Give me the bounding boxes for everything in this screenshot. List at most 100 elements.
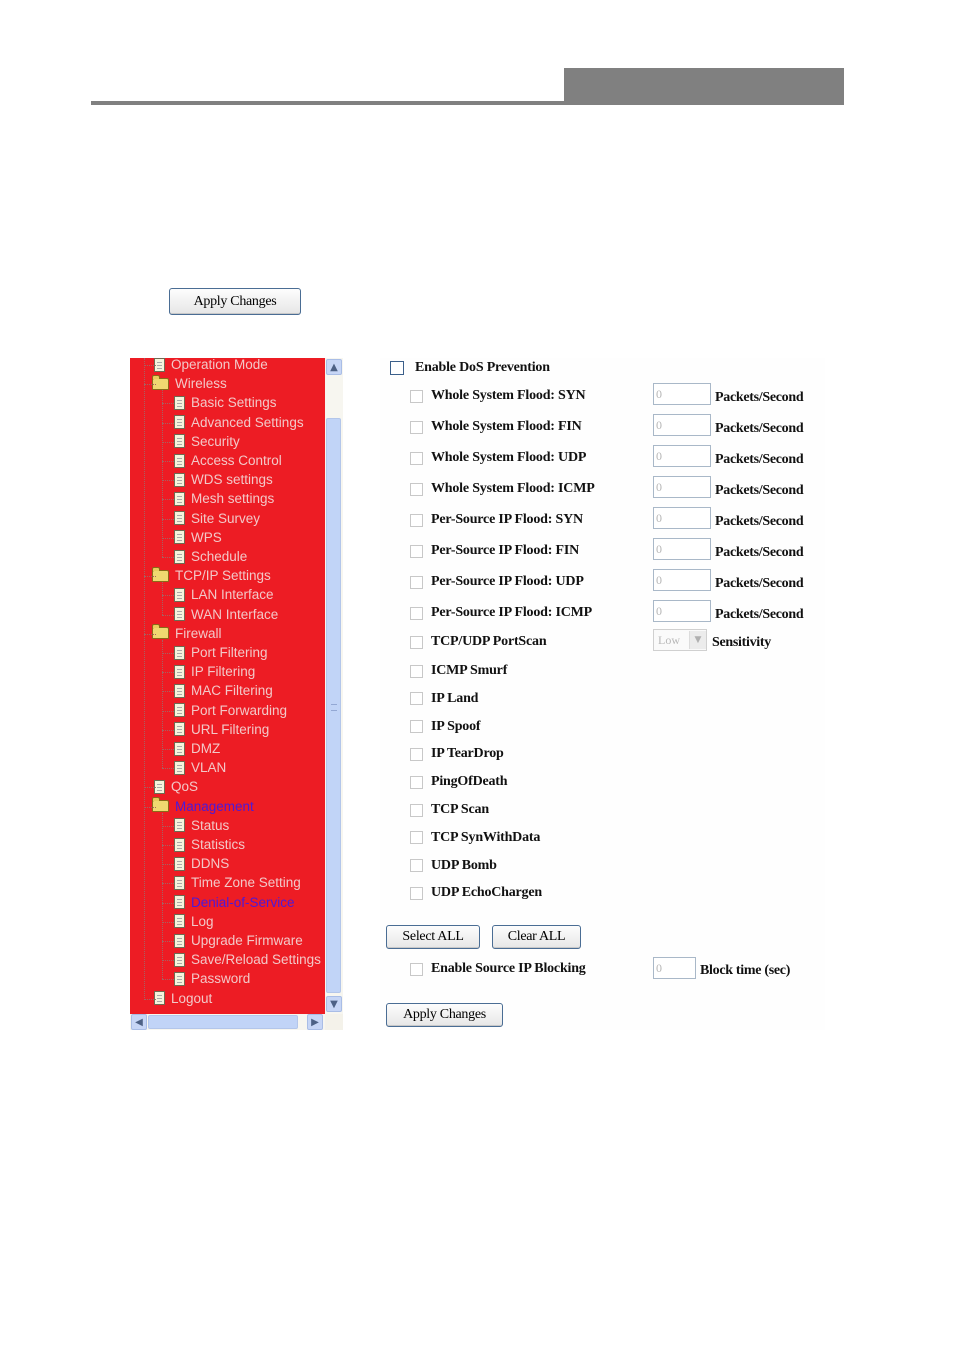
vertical-scroll-thumb[interactable] bbox=[326, 418, 341, 993]
horizontal-scrollbar[interactable]: ◀ ▶ bbox=[130, 1014, 325, 1030]
sidebar-item-save-reload-settings[interactable]: Save/Reload Settings bbox=[174, 950, 321, 969]
sidebar-item-vlan[interactable]: VLAN bbox=[174, 758, 226, 777]
flood-row: Per-Source IP Flood: FIN bbox=[410, 543, 579, 559]
sidebar-item-wps[interactable]: WPS bbox=[174, 528, 222, 547]
sidebar-item-dmz[interactable]: DMZ bbox=[174, 739, 220, 758]
sidebar-item-label: URL Filtering bbox=[191, 721, 270, 737]
tree-connector bbox=[162, 749, 174, 750]
sidebar-item-logout[interactable]: Logout bbox=[154, 989, 212, 1008]
scroll-down-button[interactable]: ▼ bbox=[326, 996, 342, 1012]
tree-connector bbox=[162, 639, 163, 769]
attack-checkbox[interactable] bbox=[410, 664, 423, 678]
horizontal-scroll-thumb[interactable] bbox=[148, 1015, 298, 1029]
packets-per-second-input[interactable] bbox=[653, 476, 711, 498]
tree-connector bbox=[162, 979, 174, 981]
portscan-checkbox[interactable] bbox=[410, 635, 423, 649]
attack-label: TCP Scan bbox=[431, 802, 489, 817]
sidebar-item-label: Time Zone Setting bbox=[191, 875, 301, 891]
sidebar-item-label: WAN Interface bbox=[191, 606, 279, 622]
flood-checkbox[interactable] bbox=[410, 575, 423, 589]
sidebar-item-statistics[interactable]: Statistics bbox=[174, 835, 245, 854]
sidebar-item-site-survey[interactable]: Site Survey bbox=[174, 509, 260, 528]
source-ip-blocking-row: Enable Source IP Blocking bbox=[410, 961, 586, 977]
flood-label: Per-Source IP Flood: SYN bbox=[431, 512, 583, 527]
tree-connector bbox=[162, 729, 174, 731]
flood-checkbox[interactable] bbox=[410, 513, 423, 527]
flood-row: Per-Source IP Flood: ICMP bbox=[410, 605, 592, 621]
sidebar-item-qos[interactable]: QoS bbox=[154, 777, 198, 796]
sidebar-item-port-forwarding[interactable]: Port Forwarding bbox=[174, 701, 287, 720]
sidebar-item-management[interactable]: Management bbox=[152, 797, 254, 816]
sidebar-item-ddns[interactable]: DDNS bbox=[174, 854, 229, 873]
apply-changes-button[interactable]: Apply Changes bbox=[386, 1003, 503, 1027]
sidebar-item-security[interactable]: Security bbox=[174, 432, 240, 451]
flood-checkbox[interactable] bbox=[410, 451, 423, 465]
attack-checkbox[interactable] bbox=[410, 775, 423, 789]
sidebar-item-denial-of-service[interactable]: Denial-of-Service bbox=[174, 893, 295, 912]
scroll-right-button[interactable]: ▶ bbox=[307, 1014, 323, 1030]
sidebar-item-label: Firewall bbox=[175, 625, 222, 641]
flood-label: Whole System Flood: ICMP bbox=[431, 481, 595, 496]
packets-per-second-input[interactable] bbox=[653, 600, 711, 622]
sidebar-item-access-control[interactable]: Access Control bbox=[174, 451, 282, 470]
block-time-input[interactable] bbox=[653, 957, 696, 979]
sidebar-item-upgrade-firmware[interactable]: Upgrade Firmware bbox=[174, 931, 303, 950]
tree-connector bbox=[162, 921, 174, 923]
clear-all-button[interactable]: Clear ALL bbox=[492, 925, 581, 949]
flood-checkbox[interactable] bbox=[410, 544, 423, 558]
attack-checkbox[interactable] bbox=[410, 886, 423, 900]
sidebar-item-wan-interface[interactable]: WAN Interface bbox=[174, 605, 278, 624]
sidebar-item-schedule[interactable]: Schedule bbox=[174, 547, 247, 566]
tree-connector bbox=[162, 461, 174, 462]
attack-checkbox[interactable] bbox=[410, 720, 423, 734]
sidebar-item-operation-mode[interactable]: Operation Mode bbox=[154, 358, 268, 374]
packets-per-second-input[interactable] bbox=[653, 507, 711, 529]
sidebar-item-log[interactable]: Log bbox=[174, 912, 214, 931]
sidebar-item-mesh-settings[interactable]: Mesh settings bbox=[174, 489, 274, 508]
sidebar-item-port-filtering[interactable]: Port Filtering bbox=[174, 643, 268, 662]
sidebar-item-wds-settings[interactable]: WDS settings bbox=[174, 470, 273, 489]
sidebar-item-label: Password bbox=[191, 971, 251, 987]
tree-connector bbox=[162, 653, 174, 654]
sidebar-item-wireless[interactable]: Wireless bbox=[152, 374, 227, 393]
attack-checkbox[interactable] bbox=[410, 831, 423, 845]
sidebar-item-label: Logout bbox=[171, 990, 213, 1006]
packets-per-second-input[interactable] bbox=[653, 445, 711, 467]
sidebar-item-password[interactable]: Password bbox=[174, 969, 250, 988]
packets-per-second-input[interactable] bbox=[653, 414, 711, 436]
sidebar-item-basic-settings[interactable]: Basic Settings bbox=[174, 393, 277, 412]
flood-checkbox[interactable] bbox=[410, 606, 423, 620]
apply-changes-button-top[interactable]: Apply Changes bbox=[169, 288, 301, 315]
packets-per-second-input[interactable] bbox=[653, 569, 711, 591]
packets-per-second-input[interactable] bbox=[653, 383, 711, 405]
sidebar-item-status[interactable]: Status bbox=[174, 816, 229, 835]
sidebar-item-tcp-ip-settings[interactable]: TCP/IP Settings bbox=[152, 566, 271, 585]
attack-checkbox[interactable] bbox=[410, 747, 423, 761]
sidebar-item-time-zone-setting[interactable]: Time Zone Setting bbox=[174, 873, 301, 892]
attack-checkbox[interactable] bbox=[410, 692, 423, 706]
document-icon bbox=[174, 434, 185, 449]
sidebar-item-ip-filtering[interactable]: IP Filtering bbox=[174, 662, 255, 681]
sensitivity-select[interactable]: Low ▼ bbox=[653, 629, 707, 651]
packets-per-second-label: Packets/Second bbox=[715, 483, 804, 498]
scroll-up-button[interactable]: ▲ bbox=[326, 359, 342, 375]
select-all-button[interactable]: Select ALL bbox=[386, 925, 480, 949]
sidebar-item-mac-filtering[interactable]: MAC Filtering bbox=[174, 681, 273, 700]
scroll-left-button[interactable]: ◀ bbox=[131, 1014, 147, 1030]
enable-dos-checkbox[interactable] bbox=[390, 361, 404, 375]
dos-settings-panel: Enable DoS Prevention Whole System Flood… bbox=[380, 358, 825, 1030]
sidebar-item-advanced-settings[interactable]: Advanced Settings bbox=[174, 413, 304, 432]
flood-checkbox[interactable] bbox=[410, 420, 423, 434]
packets-per-second-label: Packets/Second bbox=[715, 452, 804, 467]
document-icon bbox=[174, 415, 185, 430]
block-time-label: Block time (sec) bbox=[700, 963, 791, 978]
packets-per-second-input[interactable] bbox=[653, 538, 711, 560]
flood-checkbox[interactable] bbox=[410, 389, 423, 403]
source-ip-blocking-checkbox[interactable] bbox=[410, 962, 423, 976]
attack-checkbox[interactable] bbox=[410, 803, 423, 817]
flood-checkbox[interactable] bbox=[410, 482, 423, 496]
attack-checkbox[interactable] bbox=[410, 859, 423, 873]
vertical-scrollbar[interactable]: ▲ ▼ bbox=[325, 358, 343, 1014]
sidebar-item-lan-interface[interactable]: LAN Interface bbox=[174, 585, 274, 604]
sidebar-item-url-filtering[interactable]: URL Filtering bbox=[174, 720, 269, 739]
